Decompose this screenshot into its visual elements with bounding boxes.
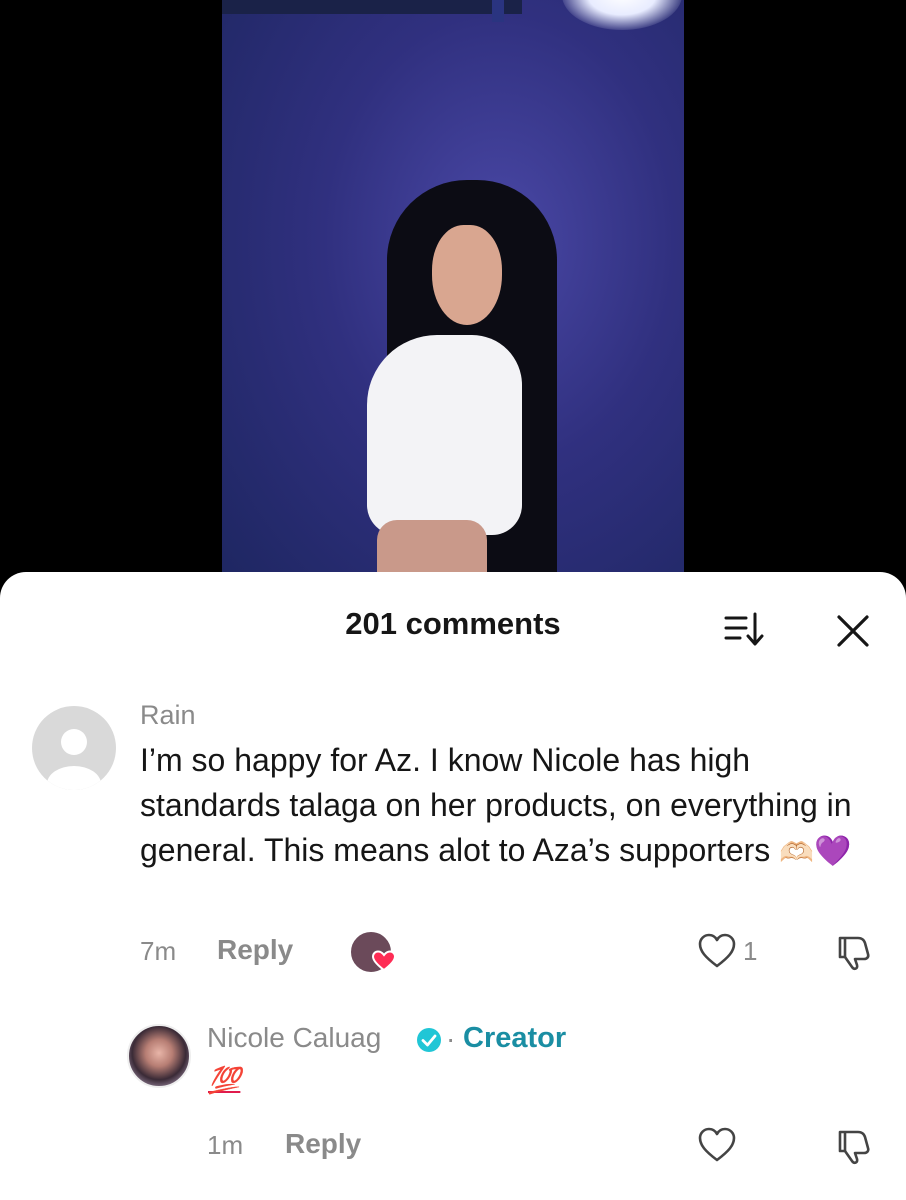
avatar[interactable] bbox=[32, 706, 116, 790]
purple-heart-emoji: 💜 bbox=[814, 835, 852, 868]
video-subject-face bbox=[432, 225, 502, 325]
reply-button[interactable]: Reply bbox=[217, 934, 293, 966]
reply-text-hundred-emoji: 💯 bbox=[208, 1065, 241, 1095]
like-count: 1 bbox=[743, 936, 758, 966]
stage-light bbox=[562, 0, 682, 30]
thumbs-down-icon[interactable] bbox=[832, 1126, 876, 1166]
heart-icon[interactable] bbox=[697, 932, 737, 970]
close-icon[interactable] bbox=[834, 612, 872, 650]
comments-sheet: 201 comments Rain I’m so happy for Az. I… bbox=[0, 572, 906, 1200]
default-avatar-icon bbox=[47, 729, 101, 790]
comment-text: I’m so happy for Az. I know Nicole has h… bbox=[140, 738, 870, 875]
sort-icon[interactable] bbox=[722, 610, 770, 650]
comment-timestamp: 7m bbox=[140, 936, 177, 966]
separator-dot: · bbox=[446, 1023, 456, 1054]
stage-rigging bbox=[222, 0, 522, 14]
reply-timestamp: 1m bbox=[207, 1130, 244, 1160]
stage-rigging-post bbox=[492, 0, 504, 22]
video-player[interactable] bbox=[222, 0, 684, 600]
verified-badge-icon bbox=[417, 1028, 441, 1052]
comments-count-title: 201 comments bbox=[345, 606, 561, 641]
creator-label: Creator bbox=[463, 1022, 567, 1054]
video-subject-shirt bbox=[367, 335, 522, 535]
heart-hands-emoji: 🫶🏻 bbox=[779, 837, 815, 869]
creator-liked-heart-icon bbox=[372, 950, 396, 972]
comment-body: I’m so happy for Az. I know Nicole has h… bbox=[140, 742, 852, 868]
comment-username[interactable]: Rain bbox=[140, 700, 196, 731]
reply-button-2[interactable]: Reply bbox=[285, 1128, 361, 1160]
reply-username[interactable]: Nicole Caluag bbox=[207, 1022, 381, 1054]
heart-icon[interactable] bbox=[697, 1126, 737, 1164]
thumbs-down-icon[interactable] bbox=[832, 932, 876, 972]
creator-avatar[interactable] bbox=[127, 1024, 191, 1088]
